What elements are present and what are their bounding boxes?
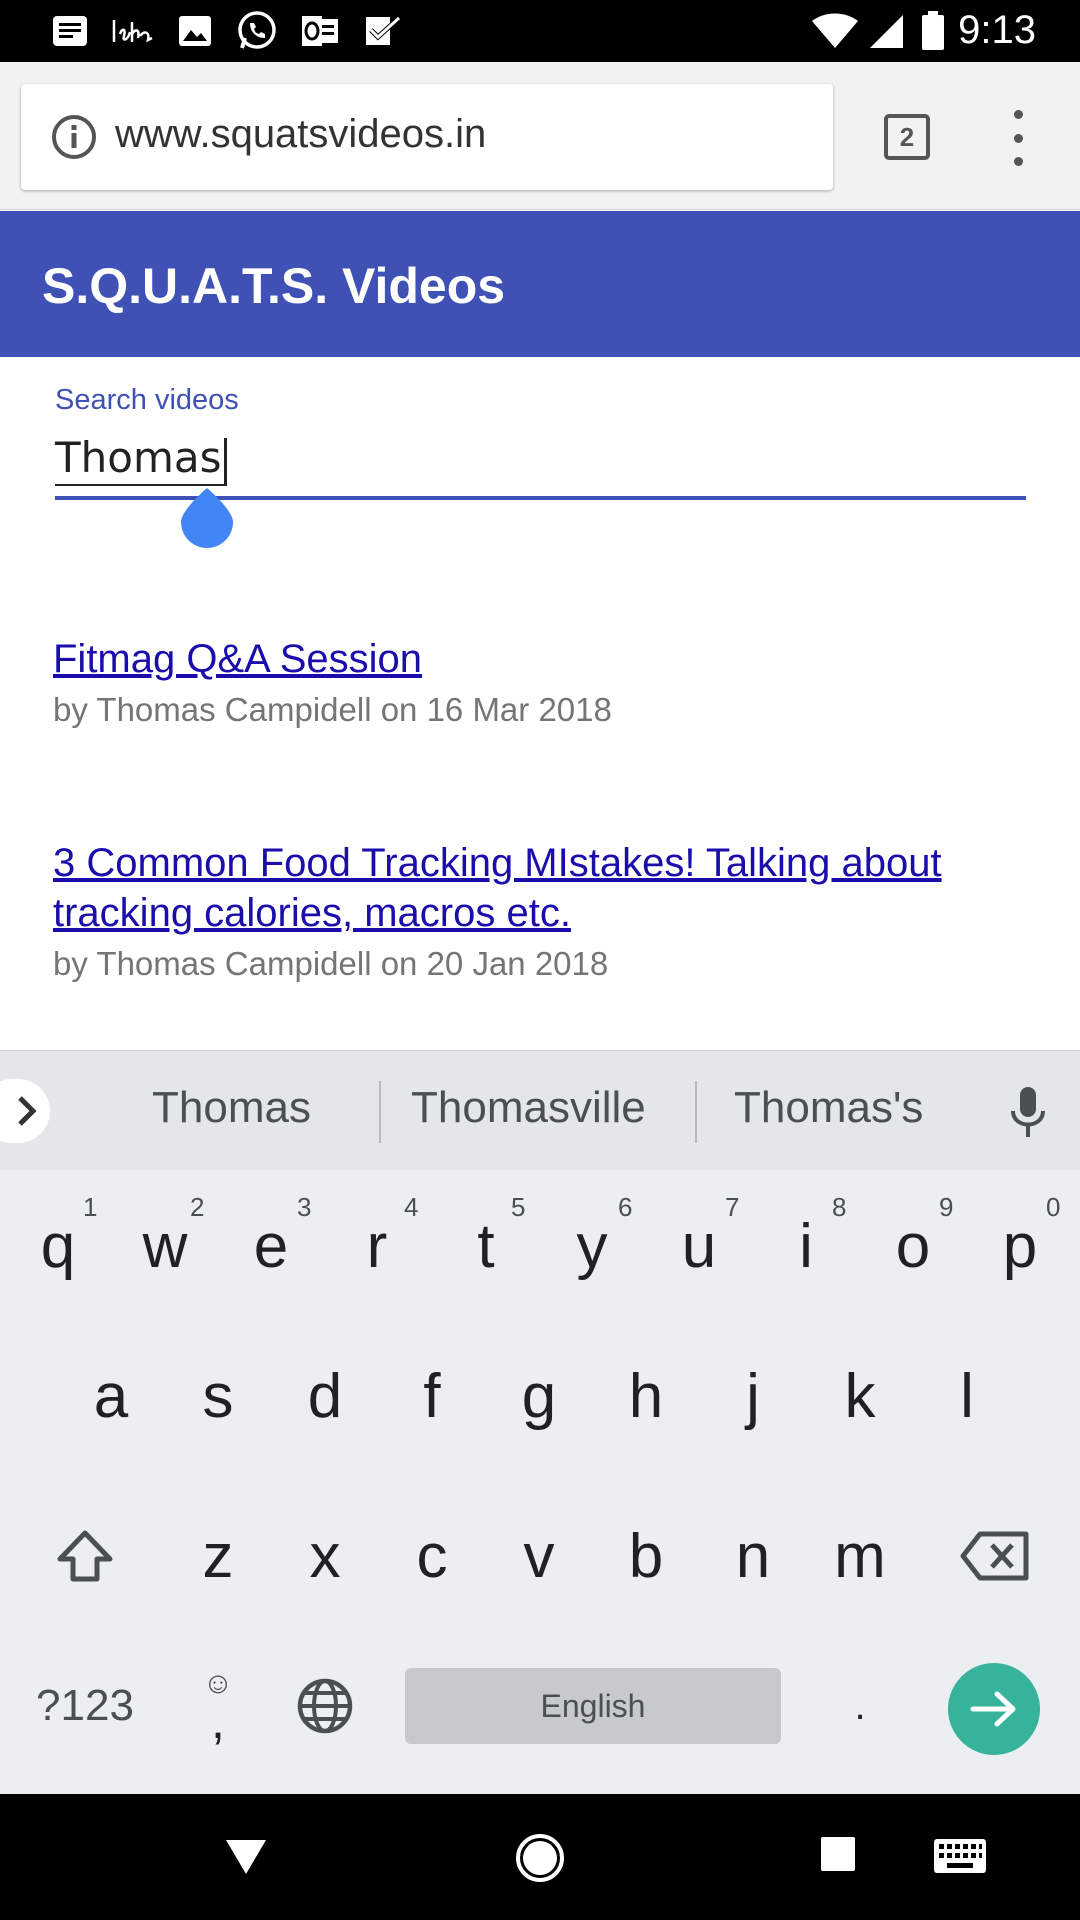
- video-link[interactable]: 3 Common Food Tracking MIstakes! Talking…: [53, 838, 1033, 938]
- search-label: Search videos: [55, 384, 239, 416]
- enter-arrow-icon[interactable]: [948, 1663, 1040, 1755]
- home-icon[interactable]: [512, 1830, 568, 1886]
- wifi-icon: [810, 12, 860, 50]
- status-time: 9:13: [958, 8, 1036, 52]
- list-item: 3 Common Food Tracking MIstakes! Talking…: [53, 838, 1033, 988]
- list-item: Fitmag Q&A Session by Thomas Campidell o…: [53, 634, 1033, 734]
- text-cursor-handle[interactable]: [181, 488, 233, 548]
- key-j[interactable]: j: [709, 1348, 797, 1444]
- period-key[interactable]: .: [830, 1660, 890, 1752]
- suggestion-divider: [695, 1081, 697, 1143]
- key-l[interactable]: l: [923, 1348, 1011, 1444]
- key-n[interactable]: n: [709, 1508, 797, 1604]
- globe-icon[interactable]: [290, 1662, 360, 1750]
- tab-switcher-button[interactable]: 2: [884, 114, 930, 160]
- key-f[interactable]: f: [388, 1348, 476, 1444]
- key-hint: 0: [1046, 1192, 1061, 1222]
- key-s[interactable]: s: [174, 1348, 262, 1444]
- outlook-icon: [300, 12, 340, 50]
- comma-key[interactable]: ☺ ,: [188, 1656, 248, 1756]
- soft-keyboard: Thomas Thomasville Thomas's q w e r t y …: [0, 1050, 1080, 1794]
- key-x[interactable]: x: [281, 1508, 369, 1604]
- key-k[interactable]: k: [816, 1348, 904, 1444]
- cellular-signal-icon: [866, 12, 906, 50]
- key-hint: 5: [511, 1192, 526, 1222]
- tasks-check-icon: [362, 12, 404, 50]
- suggestion-divider: [379, 1081, 381, 1143]
- keyboard-switch-icon[interactable]: [932, 1836, 988, 1876]
- key-hint: 6: [618, 1192, 633, 1222]
- video-link[interactable]: Fitmag Q&A Session: [53, 634, 1033, 684]
- key-hint: 4: [404, 1192, 419, 1222]
- battery-icon: [918, 11, 948, 50]
- key-hint: 1: [83, 1192, 98, 1222]
- suggestion-strip: Thomas Thomasville Thomas's: [0, 1050, 1080, 1170]
- overflow-menu-icon[interactable]: [998, 110, 1038, 166]
- key-h[interactable]: h: [602, 1348, 690, 1444]
- suggestion-item[interactable]: Thomasville: [411, 1083, 646, 1133]
- browser-toolbar: www.squatsvideos.in 2: [0, 62, 1080, 210]
- key-hint: 9: [939, 1192, 954, 1222]
- symbols-key[interactable]: ?123: [20, 1660, 150, 1752]
- page-title: S.Q.U.A.T.S. Videos: [42, 258, 506, 314]
- video-meta: by Thomas Campidell on 16 Mar 2018: [53, 691, 612, 728]
- suggestion-item[interactable]: Thomas's: [734, 1083, 923, 1133]
- key-z[interactable]: z: [174, 1508, 262, 1604]
- whatsapp-icon: [235, 11, 279, 50]
- shift-key-icon[interactable]: [40, 1508, 130, 1604]
- url-text: www.squatsvideos.in: [115, 112, 487, 156]
- key-hint: 8: [832, 1192, 847, 1222]
- space-bar[interactable]: English: [405, 1668, 781, 1744]
- news-icon: [50, 12, 90, 50]
- microphone-icon[interactable]: [1008, 1085, 1048, 1141]
- isha-app-icon: [110, 12, 154, 50]
- key-m[interactable]: m: [816, 1508, 904, 1604]
- key-c[interactable]: c: [388, 1508, 476, 1604]
- video-meta: by Thomas Campidell on 20 Jan 2018: [53, 945, 609, 982]
- key-b[interactable]: b: [602, 1508, 690, 1604]
- recents-icon[interactable]: [818, 1834, 858, 1874]
- status-bar: 9:13: [0, 0, 1080, 62]
- key-g[interactable]: g: [495, 1348, 583, 1444]
- expand-suggestions-icon[interactable]: [0, 1079, 50, 1143]
- text-caret: [223, 437, 227, 484]
- address-bar[interactable]: www.squatsvideos.in: [21, 84, 833, 190]
- key-d[interactable]: d: [281, 1348, 369, 1444]
- search-input-value: Thomas: [55, 432, 227, 486]
- suggestion-item[interactable]: Thomas: [152, 1083, 311, 1133]
- app-header: S.Q.U.A.T.S. Videos: [0, 211, 1080, 357]
- system-nav-bar: [0, 1794, 1080, 1920]
- key-v[interactable]: v: [495, 1508, 583, 1604]
- key-hint: 3: [297, 1192, 312, 1222]
- gallery-icon: [175, 12, 215, 50]
- key-a[interactable]: a: [67, 1348, 155, 1444]
- key-hint: 7: [725, 1192, 740, 1222]
- key-hint: 2: [190, 1192, 205, 1222]
- info-icon[interactable]: [51, 114, 97, 160]
- back-icon[interactable]: [220, 1830, 272, 1882]
- backspace-icon[interactable]: [950, 1508, 1040, 1604]
